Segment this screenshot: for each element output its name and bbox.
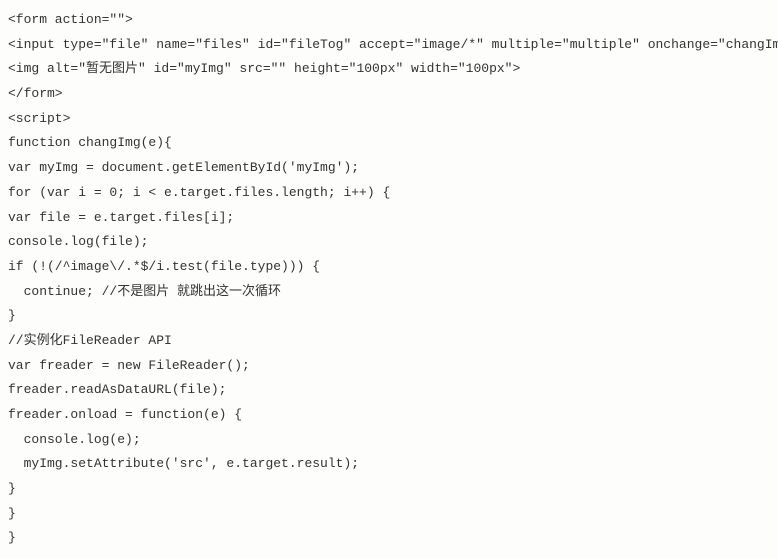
code-line: var myImg = document.getElementById('myI… [8, 156, 770, 181]
code-line: console.log(e); [8, 428, 770, 453]
code-line: myImg.setAttribute('src', e.target.resul… [8, 452, 770, 477]
code-line: continue; //不是图片 就跳出这一次循环 [8, 280, 770, 305]
code-line: //实例化FileReader API [8, 329, 770, 354]
code-line: } [8, 502, 770, 527]
code-line: if (!(/^image\/.*$/i.test(file.type))) { [8, 255, 770, 280]
code-line: } [8, 526, 770, 551]
code-line: </form> [8, 82, 770, 107]
code-line: <input type="file" name="files" id="file… [8, 33, 770, 58]
code-line: freader.onload = function(e) { [8, 403, 770, 428]
code-line: console.log(file); [8, 230, 770, 255]
code-line: <form action=""> [8, 8, 770, 33]
code-block: <form action=""> <input type="file" name… [8, 8, 770, 551]
code-line: for (var i = 0; i < e.target.files.lengt… [8, 181, 770, 206]
code-line: function changImg(e){ [8, 131, 770, 156]
code-line: <script> [8, 107, 770, 132]
code-line: var file = e.target.files[i]; [8, 206, 770, 231]
code-line: freader.readAsDataURL(file); [8, 378, 770, 403]
code-line: } [8, 477, 770, 502]
code-line: var freader = new FileReader(); [8, 354, 770, 379]
code-line: } [8, 304, 770, 329]
code-line: <img alt="暂无图片" id="myImg" src="" height… [8, 57, 770, 82]
